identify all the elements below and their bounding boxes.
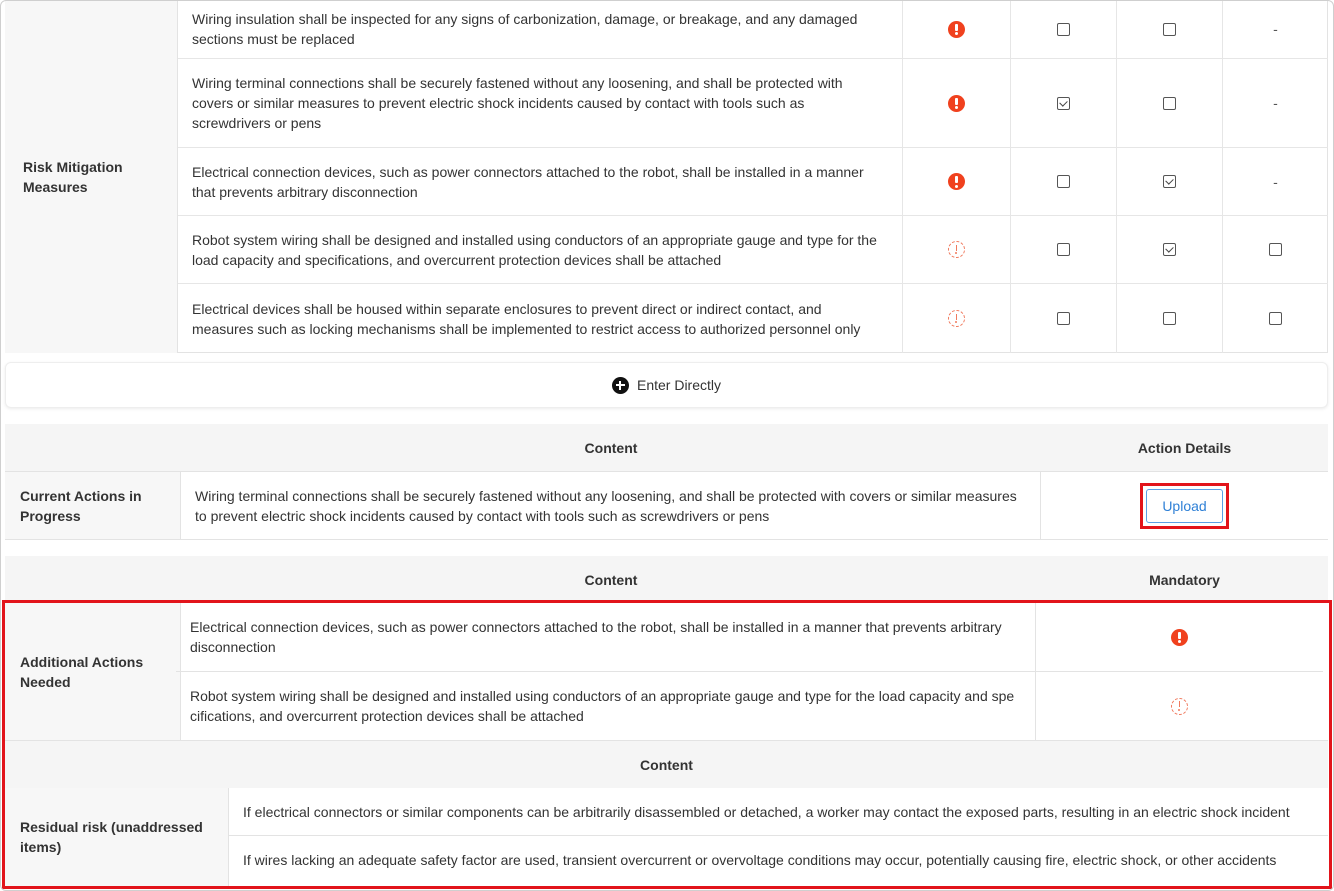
residual-risk-row: If electrical connectors or similar comp…	[229, 788, 1328, 836]
checkbox[interactable]	[1057, 312, 1070, 325]
mandatory-cell	[1036, 672, 1323, 740]
table-row: Wiring insulation shall be inspected for…	[178, 0, 1328, 59]
additional-action-text: Electrical connection devices, such as p…	[176, 603, 1036, 672]
content-header: Content	[584, 571, 638, 588]
table-row: Robot system wiring shall be designed an…	[178, 216, 1328, 284]
enter-directly-label: Enter Directly	[636, 377, 722, 393]
residual-risk-header: Content	[5, 740, 1328, 788]
mandatory-alert-icon	[948, 94, 965, 112]
risk-mitigation-label: Risk Mitigation Measures	[5, 0, 178, 353]
measure-text: Robot system wiring shall be designed an…	[178, 216, 903, 283]
checkbox-checked[interactable]	[1057, 96, 1070, 110]
table-row: Electrical connection devices, such as p…	[178, 148, 1328, 216]
current-actions-header: Content Action Details	[5, 424, 1328, 471]
checkbox-checked[interactable]	[1163, 175, 1176, 188]
mandatory-alert-icon	[948, 173, 965, 190]
additional-actions-header: Content Mandatory	[5, 556, 1328, 603]
dash-value: -	[1273, 173, 1278, 190]
action-details-cell: Upload	[1041, 472, 1328, 539]
measure-text: Electrical devices shall be housed withi…	[178, 284, 903, 353]
additional-actions-label: Additional Actions Needed	[5, 603, 181, 740]
current-actions-row: Current Actions in Progress Wiring termi…	[5, 471, 1328, 540]
content-header: Content	[584, 439, 638, 456]
measure-text: Wiring terminal connections shall be sec…	[178, 59, 903, 147]
mandatory-alert-icon	[1171, 628, 1188, 646]
checkbox[interactable]	[1057, 22, 1070, 36]
checkbox[interactable]	[1269, 243, 1282, 256]
checkbox[interactable]	[1269, 312, 1282, 325]
table-row: Electrical devices shall be housed withi…	[178, 284, 1328, 353]
dash-value: -	[1273, 95, 1278, 111]
measure-text: Wiring insulation shall be inspected for…	[178, 0, 903, 58]
current-action-text: Wiring terminal connections shall be sec…	[181, 472, 1041, 539]
enter-directly-button[interactable]: Enter Directly	[5, 362, 1328, 408]
recommended-warning-icon	[1171, 697, 1188, 715]
residual-risk-row: If wires lacking an adequate safety fact…	[243, 852, 1277, 868]
checkbox[interactable]	[1163, 96, 1176, 110]
checkbox[interactable]	[1163, 312, 1176, 325]
mandatory-alert-icon	[948, 20, 965, 38]
upload-highlight: Upload	[1140, 482, 1229, 529]
dash-value: -	[1273, 21, 1278, 37]
recommended-warning-icon	[948, 241, 965, 258]
table-row: Wiring terminal connections shall be sec…	[178, 59, 1328, 148]
plus-circle-icon	[611, 376, 629, 394]
checkbox[interactable]	[1057, 175, 1070, 188]
mandatory-cell	[1036, 603, 1323, 672]
additional-action-text: Robot system wiring shall be designed an…	[176, 672, 1036, 740]
upload-button[interactable]: Upload	[1146, 488, 1223, 523]
content-header: Content	[640, 757, 693, 773]
measure-text: Electrical connection devices, such as p…	[178, 148, 903, 215]
action-details-header: Action Details	[1137, 439, 1232, 456]
recommended-warning-icon	[948, 310, 965, 327]
residual-risk-label: Residual risk (unaddressed items)	[5, 788, 229, 886]
risk-mitigation-table: Risk Mitigation Measures Wiring insulati…	[5, 0, 1328, 353]
current-actions-label: Current Actions in Progress	[5, 472, 181, 539]
mandatory-header: Mandatory	[1149, 571, 1220, 588]
checkbox[interactable]	[1163, 22, 1176, 36]
checkbox[interactable]	[1057, 243, 1070, 256]
checkbox-checked[interactable]	[1163, 243, 1176, 256]
